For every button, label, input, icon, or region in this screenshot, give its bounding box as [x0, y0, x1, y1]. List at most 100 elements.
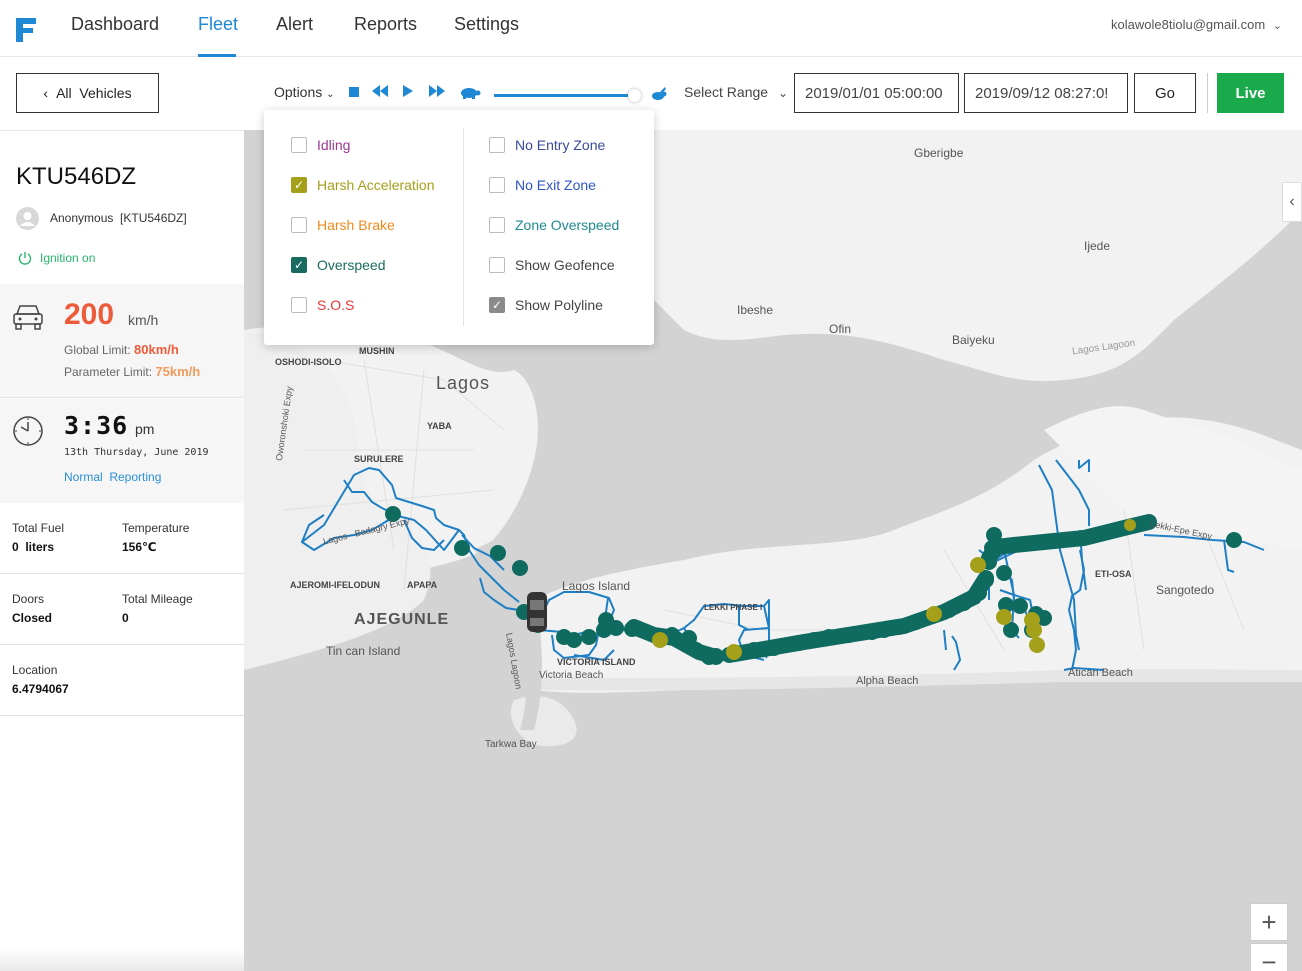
panel-footer-shadow [0, 949, 244, 971]
option-idling[interactable]: Idling [291, 137, 350, 153]
location: Location 6.4794067 [12, 663, 69, 696]
temperature-label: Temperature [122, 521, 190, 535]
map-label-ajeromi: AJEROMI-IFELODUN [290, 580, 380, 590]
map-label-victoria-beach: Victoria Beach [539, 670, 604, 681]
map-label-lagos-island: Lagos Island [562, 579, 631, 593]
zoom-in-button[interactable]: + [1250, 903, 1288, 941]
vehicle-marker [527, 592, 547, 632]
option-no-exit-zone[interactable]: No Exit Zone [489, 177, 596, 193]
fast-forward-icon[interactable] [428, 84, 446, 101]
select-range-dropdown[interactable]: Select Range ⌄ [684, 84, 788, 100]
option-harsh-brake[interactable]: Harsh Brake [291, 217, 395, 233]
stop-icon[interactable] [349, 87, 359, 97]
map-label-victoria-island: VICTORIA ISLAND [557, 657, 636, 667]
divider [0, 644, 244, 645]
zoom-out-button[interactable]: − [1250, 943, 1288, 971]
checkbox[interactable]: ✓ [489, 297, 505, 313]
total-mileage: Total Mileage 0 [122, 592, 193, 625]
nav-fleet[interactable]: Fleet [198, 14, 238, 57]
clock-icon [13, 416, 43, 446]
nav-reports[interactable]: Reports [354, 14, 417, 57]
map-label-surulere: SURULERE [354, 454, 404, 464]
options-menu-divider [463, 128, 464, 326]
vehicle-plate: KTU546DZ [16, 163, 137, 190]
vehicle-owner: Anonymous [KTU546DZ] [50, 211, 187, 225]
playback-speed-slider[interactable] [494, 94, 634, 97]
nav-alert[interactable]: Alert [276, 14, 313, 57]
select-range-label: Select Range [684, 84, 769, 100]
speed-unit: km/h [128, 312, 159, 328]
chevron-left-icon: ‹ [43, 85, 49, 101]
map-label-atican-beach: Atican Beach [1068, 667, 1133, 679]
live-button[interactable]: Live [1217, 73, 1284, 113]
slow-speed-turtle-icon[interactable] [459, 86, 481, 103]
option-label: Overspeed [317, 257, 386, 273]
parameter-limit-label: Parameter Limit: [64, 365, 153, 379]
option-show-polyline[interactable]: ✓ Show Polyline [489, 297, 603, 313]
all-vehicles-button[interactable]: ‹ All Vehicles [16, 73, 159, 113]
checkbox[interactable] [291, 137, 307, 153]
option-s-o-s[interactable]: S.O.S [291, 297, 354, 313]
option-label: S.O.S [317, 297, 355, 313]
divider [0, 573, 244, 574]
map-label-tarkwa-bay: Tarkwa Bay [485, 739, 537, 750]
end-date-value: 2019/09/12 08:27:0! [975, 84, 1109, 102]
go-button[interactable]: Go [1134, 73, 1196, 113]
nav-settings[interactable]: Settings [454, 14, 519, 57]
temperature: Temperature 156℃ [122, 521, 189, 554]
user-menu[interactable]: kolawole8tiolu@gmail.com ⌄ [1111, 17, 1282, 32]
total-mileage-label: Total Mileage [122, 592, 193, 606]
map-label-lagos: Lagos [436, 373, 491, 393]
map-label-ibeshe: Ibeshe [737, 303, 774, 317]
ignition-label: Ignition on [40, 251, 96, 265]
temperature-value: 156℃ [122, 540, 157, 554]
map-label-yaba: YABA [427, 421, 452, 431]
checkbox[interactable] [489, 217, 505, 233]
options-dropdown[interactable]: Options ⌄ [274, 84, 335, 100]
reporting-status: Normal Reporting [64, 470, 162, 484]
start-date-input[interactable]: 2019/01/01 05:00:00 [794, 73, 959, 113]
checkbox[interactable] [489, 257, 505, 273]
option-zone-overspeed[interactable]: Zone Overspeed [489, 217, 619, 233]
time-ampm: pm [135, 421, 155, 437]
checkbox[interactable] [291, 297, 307, 313]
checkbox[interactable] [291, 217, 307, 233]
options-label: Options [274, 84, 323, 100]
option-no-entry-zone[interactable]: No Entry Zone [489, 137, 605, 153]
play-icon[interactable] [402, 84, 414, 101]
total-fuel-value: 0 liters [12, 540, 55, 554]
start-date-value: 2019/01/01 05:00:00 [805, 84, 943, 102]
checkbox[interactable] [489, 177, 505, 193]
global-limit-label: Global Limit: [64, 343, 131, 357]
option-harsh-acceleration[interactable]: ✓ Harsh Acceleration [291, 177, 435, 193]
power-icon [18, 252, 32, 265]
map-label-apapa: APAPA [407, 580, 438, 590]
map-label-ajegunle: AJEGUNLE [354, 611, 450, 628]
parameter-limit-value: 75km/h [155, 364, 201, 379]
option-label: Idling [317, 137, 351, 153]
toolbar-divider [1207, 73, 1208, 113]
fleet-logo-icon[interactable] [14, 16, 38, 44]
checkbox[interactable]: ✓ [291, 177, 307, 193]
option-overspeed[interactable]: ✓ Overspeed [291, 257, 385, 273]
rewind-icon[interactable] [371, 84, 389, 101]
option-label: Zone Overspeed [515, 217, 620, 233]
fast-speed-rabbit-icon[interactable] [648, 86, 668, 105]
option-label: No Entry Zone [515, 137, 606, 153]
map-label-ofin: Ofin [829, 322, 852, 336]
option-label: Harsh Brake [317, 217, 395, 233]
doors: Doors Closed [12, 592, 52, 625]
checkbox[interactable] [489, 137, 505, 153]
end-date-input[interactable]: 2019/09/12 08:27:0! [964, 73, 1128, 113]
speed-section: 200 km/h Global Limit: 80km/h Parameter … [0, 284, 244, 398]
collapse-panel-chevron-left-icon[interactable]: ‹ [1282, 182, 1302, 222]
top-nav: Dashboard Fleet Alert Reports Settings k… [0, 0, 1302, 57]
total-fuel-label: Total Fuel [12, 521, 65, 535]
user-email: kolawole8tiolu@gmail.com [1111, 17, 1266, 32]
nav-dashboard[interactable]: Dashboard [71, 14, 159, 57]
option-show-geofence[interactable]: Show Geofence [489, 257, 615, 273]
playback-speed-slider-knob[interactable] [628, 89, 641, 102]
map-label-tin-can-island: Tin can Island [326, 644, 401, 658]
avatar [16, 207, 39, 230]
checkbox[interactable]: ✓ [291, 257, 307, 273]
